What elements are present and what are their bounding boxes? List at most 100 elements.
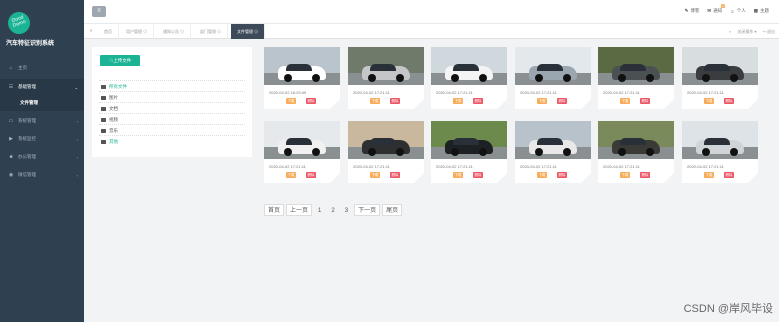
folder-item[interactable]: 所有文件 <box>99 80 245 91</box>
download-button[interactable]: 下载 <box>370 172 380 178</box>
card-fold-corner <box>748 99 758 109</box>
car-thumbnail[interactable] <box>515 121 591 159</box>
profile-link[interactable]: ☺ 个人 <box>730 8 746 14</box>
car-wheel <box>618 74 626 82</box>
sidebar: Good Demo 汽车特征识别系统 ⌂ 主页 ☰ 基础管理 ⌄ 文件管理 ▭ … <box>0 0 84 322</box>
car-thumbnail[interactable] <box>598 121 674 159</box>
sidebar-item-basic-management[interactable]: ☰ 基础管理 ⌄ <box>0 79 84 95</box>
blog-link[interactable]: ✎ 博客 <box>685 8 700 14</box>
car-thumbnail[interactable] <box>264 121 340 159</box>
folder-item[interactable]: 音乐 <box>99 124 245 135</box>
car-thumbnail[interactable] <box>264 47 340 85</box>
file-card[interactable]: 2020-04-02 17:21:11 下载 删除 <box>598 47 674 109</box>
car-thumbnail[interactable] <box>431 47 507 85</box>
delete-button[interactable]: 删除 <box>557 98 567 104</box>
download-button[interactable]: 下载 <box>704 98 714 104</box>
prev-page-button[interactable]: 上一页 <box>286 204 313 216</box>
sidebar-item-system-management[interactable]: ▭ 系统管理 ‹ <box>0 113 84 129</box>
tab-file-management[interactable]: 文件管理 ⊙ <box>231 24 266 39</box>
last-page-button[interactable]: 尾页 <box>382 204 403 216</box>
download-button[interactable]: 下载 <box>453 98 463 104</box>
sidebar-item-system-monitor[interactable]: ▶ 系统监控 ‹ <box>0 131 84 147</box>
file-card[interactable]: 2020-04-02 17:21:11 下载 删除 <box>515 47 591 109</box>
car-wheel <box>535 74 543 82</box>
download-button[interactable]: 下载 <box>453 172 463 178</box>
file-card[interactable]: 2020-04-02 16:29:49 下载 删除 <box>264 47 340 109</box>
download-button[interactable]: 下载 <box>620 98 630 104</box>
car-thumbnail[interactable] <box>348 121 424 159</box>
car-wheel <box>702 148 710 156</box>
delete-button[interactable]: 删除 <box>557 172 567 178</box>
car-thumbnail[interactable] <box>515 47 591 85</box>
folder-item[interactable]: 视频 <box>99 113 245 124</box>
menu-toggle-button[interactable]: ≡ <box>92 6 106 17</box>
tab-user-management[interactable]: 用户管理 ⊙ <box>120 24 155 39</box>
sidebar-item-office-management[interactable]: ■ 办公管理 ‹ <box>0 149 84 165</box>
sidebar-item-label: 系统监控 <box>18 136 36 141</box>
delete-button[interactable]: 删除 <box>390 172 400 178</box>
first-page-button[interactable]: 首页 <box>264 204 285 216</box>
car-thumbnail[interactable] <box>682 121 758 159</box>
tab-scroll-left-button[interactable]: « <box>86 24 96 39</box>
download-button[interactable]: 下载 <box>286 172 296 178</box>
car-wheel <box>368 148 376 156</box>
page-2-button[interactable]: 2 <box>327 204 338 216</box>
file-card[interactable]: 2020-04-02 17:21:11 下载 删除 <box>682 47 758 109</box>
file-card[interactable]: 2020-04-02 17:21:11 下载 删除 <box>598 121 674 183</box>
exit-button[interactable]: ↪ 退出 <box>763 24 775 39</box>
car-thumbnail[interactable] <box>348 47 424 85</box>
delete-button[interactable]: 删除 <box>390 98 400 104</box>
car-thumbnail[interactable] <box>682 47 758 85</box>
sidebar-item-label: 文件管理 <box>20 100 38 105</box>
car-wheel <box>730 148 738 156</box>
download-button[interactable]: 下载 <box>537 98 547 104</box>
tab-home[interactable]: 首页 <box>98 24 119 39</box>
page-3-button[interactable]: 3 <box>341 204 352 216</box>
delete-button[interactable]: 删除 <box>306 98 316 104</box>
theme-link[interactable]: ▦ 主题 <box>754 8 769 14</box>
file-card[interactable]: 2020-04-02 17:21:11 下载 删除 <box>682 121 758 183</box>
delete-button[interactable]: 删除 <box>473 98 483 104</box>
home-icon: ⌂ <box>9 65 13 71</box>
folder-label: 其他 <box>109 139 118 144</box>
folder-item[interactable]: 文档 <box>99 102 245 113</box>
car-thumbnail[interactable] <box>598 47 674 85</box>
file-card[interactable]: 2020-04-02 17:21:11 下载 删除 <box>348 121 424 183</box>
close-operations-dropdown[interactable]: 关闭操作 ▾ <box>737 24 756 39</box>
folder-item[interactable]: 其他 <box>99 135 245 146</box>
mail-icon: ✉ <box>707 8 712 13</box>
car-thumbnail[interactable] <box>431 121 507 159</box>
download-button[interactable]: 下载 <box>286 98 296 104</box>
sidebar-item-home[interactable]: ⌂ 主页 <box>0 60 84 76</box>
file-card[interactable]: 2020-04-02 17:21:11 下载 删除 <box>348 47 424 109</box>
tab-department[interactable]: 部门管理 ⊙ <box>194 24 229 39</box>
download-button[interactable]: 下载 <box>704 172 714 178</box>
sidebar-item-wechat-management[interactable]: ◉ 微信管理 ‹ <box>0 167 84 183</box>
delete-button[interactable]: 删除 <box>724 172 734 178</box>
download-button[interactable]: 下载 <box>370 98 380 104</box>
download-button[interactable]: 下载 <box>620 172 630 178</box>
delete-button[interactable]: 删除 <box>640 172 650 178</box>
car-wheel <box>730 74 738 82</box>
delete-button[interactable]: 删除 <box>724 98 734 104</box>
car-window <box>620 138 646 145</box>
delete-button[interactable]: 删除 <box>473 172 483 178</box>
tab-scroll-right-button[interactable]: » <box>729 24 731 39</box>
delete-button[interactable]: 删除 <box>640 98 650 104</box>
file-timestamp: 2020-04-02 17:21:11 <box>436 164 473 169</box>
upload-file-button[interactable]: ☁上传文件 <box>100 55 140 66</box>
folder-item[interactable]: 图片 <box>99 91 245 102</box>
file-card[interactable]: 2020-04-02 17:21:11 下载 删除 <box>431 121 507 183</box>
download-button[interactable]: 下载 <box>537 172 547 178</box>
tab-notice[interactable]: 通知公告 ⊙ <box>157 24 192 39</box>
file-card[interactable]: 2020-04-02 17:21:11 下载 删除 <box>264 121 340 183</box>
next-page-button[interactable]: 下一页 <box>354 204 381 216</box>
file-timestamp: 2020-04-02 17:21:11 <box>520 90 557 95</box>
sidebar-item-file-management[interactable]: 文件管理 <box>0 95 84 111</box>
file-card[interactable]: 2020-04-02 17:21:11 下载 删除 <box>431 47 507 109</box>
card-fold-corner <box>581 99 591 109</box>
page-1-button[interactable]: 1 <box>314 204 325 216</box>
file-card[interactable]: 2020-04-02 17:21:11 下载 删除 <box>515 121 591 183</box>
notification-link[interactable]: ✉ 通知 0 <box>707 4 726 14</box>
delete-button[interactable]: 删除 <box>306 172 316 178</box>
